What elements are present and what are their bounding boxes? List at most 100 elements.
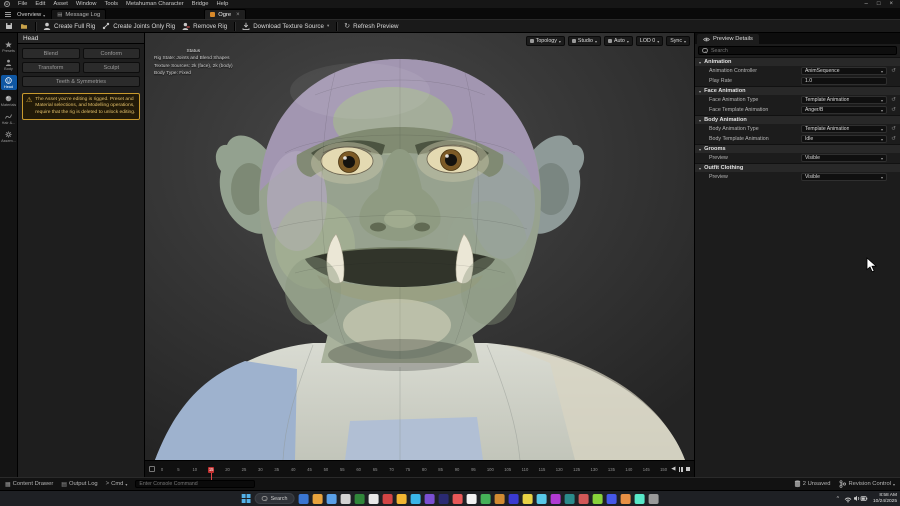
overview-dropdown[interactable]: Overview ▾ — [16, 12, 48, 19]
tab-message-log[interactable]: ▤ Message Log — [51, 9, 107, 19]
sidebar-item-materials[interactable]: Materials — [1, 93, 17, 108]
timeline-tick[interactable]: 35 — [274, 467, 280, 473]
taskbar-app-icon[interactable] — [340, 493, 351, 504]
menu-item[interactable]: Edit — [31, 0, 49, 8]
timeline-tick[interactable]: 60 — [356, 467, 362, 473]
timeline-tick[interactable]: 95 — [470, 467, 476, 473]
tray-status-icons[interactable] — [844, 494, 868, 503]
timeline-tick[interactable]: 20 — [225, 467, 231, 473]
timeline-tick[interactable]: 90 — [454, 467, 460, 473]
sidebar-item-presets[interactable]: Presets — [1, 39, 17, 54]
content-drawer-button[interactable]: ▦ Content Drawer — [5, 481, 53, 488]
taskbar-app-icon[interactable] — [368, 493, 379, 504]
reset-icon[interactable]: ↺ — [890, 107, 897, 113]
taskbar-app-icon[interactable] — [410, 493, 421, 504]
timeline-tick[interactable]: 140 — [625, 467, 632, 473]
search-input[interactable] — [711, 47, 893, 54]
menu-item[interactable]: File — [14, 0, 31, 8]
taskbar-app-icon[interactable] — [536, 493, 547, 504]
menu-item[interactable]: Tools — [100, 0, 122, 8]
timeline-tick[interactable]: 50 — [323, 467, 329, 473]
taskbar-app-icon[interactable] — [480, 493, 491, 504]
taskbar-app-icon[interactable] — [564, 493, 575, 504]
taskbar-app-icon[interactable] — [620, 493, 631, 504]
timeline-tick[interactable]: 0 — [159, 467, 165, 473]
close-icon[interactable]: × — [236, 12, 240, 18]
camera-auto-dropdown[interactable]: Auto ▾ — [603, 36, 633, 46]
section-header[interactable]: ▾ Animation — [695, 57, 900, 66]
start-button[interactable] — [241, 494, 251, 503]
taskbar-app-icon[interactable] — [508, 493, 519, 504]
timeline-tick[interactable]: 10 — [192, 467, 198, 473]
timeline-tick[interactable]: 85 — [438, 467, 444, 473]
timeline-ruler[interactable]: 0 5 10 15 20 25 30 35 40 45 50 55 60 65 70 75 80 85 90 95 10… — [159, 465, 667, 480]
tool-blend-button[interactable]: Blend — [22, 48, 80, 59]
face-animation-type-dropdown[interactable]: Template Animation ▾ — [801, 96, 887, 104]
hamburger-menu-icon[interactable] — [5, 12, 11, 17]
taskbar-app-icon[interactable] — [298, 493, 309, 504]
lod-dropdown[interactable]: LOD 0 ▾ — [635, 36, 664, 46]
viewport-3d[interactable]: Status Rig State: Joints and Blend Shape… — [145, 33, 694, 460]
tool-teeth-symmetries-button[interactable]: Teeth & Symmetries — [22, 76, 140, 87]
details-search-box[interactable] — [698, 46, 897, 55]
timeline-tick[interactable]: 145 — [643, 467, 650, 473]
revision-control-button[interactable]: Revision Control ▾ — [839, 480, 895, 488]
body-animation-type-dropdown[interactable]: Template Animation ▾ — [801, 125, 887, 133]
lighting-studio-dropdown[interactable]: Studio ▾ — [567, 36, 601, 46]
timeline-tick[interactable]: 105 — [504, 467, 511, 473]
timeline-tick[interactable]: 15 — [208, 467, 215, 480]
minimize-button[interactable]: – — [865, 0, 868, 8]
taskbar-app-icon[interactable] — [592, 493, 603, 504]
hidden-icons-chevron[interactable]: ^ — [837, 496, 839, 502]
taskbar-app-icon[interactable] — [354, 493, 365, 504]
timeline-tick[interactable]: 120 — [556, 467, 563, 473]
stop-button[interactable] — [685, 466, 690, 472]
refresh-preview-button[interactable]: ↻ Refresh Preview — [344, 23, 398, 30]
taskbar-app-icon[interactable] — [424, 493, 435, 504]
sidebar-item-head[interactable]: Head — [0, 75, 17, 90]
tool-sculpt-button[interactable]: Sculpt — [82, 62, 140, 73]
reset-icon[interactable]: ↺ — [890, 68, 897, 74]
section-header[interactable]: ▾ Face Animation — [695, 86, 900, 95]
timeline-tick[interactable]: 65 — [372, 467, 378, 473]
sidebar-item-hair[interactable]: Hair &... — [1, 111, 17, 126]
section-header[interactable]: ▾ Grooms — [695, 144, 900, 153]
grooms-preview-dropdown[interactable]: Visible ▾ — [801, 154, 887, 162]
timeline-tick[interactable]: 110 — [522, 467, 529, 473]
taskbar-app-icon[interactable] — [312, 493, 323, 504]
maximize-button[interactable]: □ — [877, 0, 881, 8]
taskbar-search[interactable]: Search — [254, 493, 295, 504]
timeline-tick[interactable]: 45 — [307, 467, 313, 473]
taskbar-app-icon[interactable] — [382, 493, 393, 504]
menu-item[interactable]: Help — [212, 0, 232, 8]
timeline-tick[interactable]: 135 — [608, 467, 615, 473]
play-rate-input[interactable]: 1.0 — [801, 77, 887, 85]
taskbar-app-icon[interactable] — [438, 493, 449, 504]
taskbar-app-icon[interactable] — [606, 493, 617, 504]
download-texture-source-button[interactable]: Download Texture Source ▾ — [242, 22, 329, 30]
browse-button[interactable] — [20, 22, 28, 30]
cmd-dropdown[interactable]: > Cmd ▾ — [106, 481, 128, 487]
taskbar-app-icon[interactable] — [452, 493, 463, 504]
remove-rig-button[interactable]: Remove Rig — [182, 22, 227, 30]
tab-ogre[interactable]: Ogre × — [204, 9, 246, 19]
menu-item[interactable]: Metahuman Character — [122, 0, 188, 8]
timeline-tick[interactable]: 25 — [241, 467, 247, 473]
taskbar-clock[interactable]: 8:58 AM 10/24/2025 — [873, 493, 897, 505]
unsaved-button[interactable]: 2 Unsaved — [794, 480, 830, 488]
section-header[interactable]: ▾ Body Animation — [695, 115, 900, 124]
taskbar-app-icon[interactable] — [494, 493, 505, 504]
tab-preview-details[interactable]: Preview Details — [697, 34, 759, 44]
tool-transform-button[interactable]: Transform — [22, 62, 80, 73]
timeline-tick[interactable]: 150 — [660, 467, 667, 473]
timeline-tick[interactable]: 55 — [339, 467, 345, 473]
taskbar-app-icon[interactable] — [522, 493, 533, 504]
timeline-tick[interactable]: 100 — [487, 467, 494, 473]
reset-icon[interactable]: ↺ — [890, 126, 897, 132]
taskbar-app-icon[interactable] — [396, 493, 407, 504]
skip-to-start-button[interactable]: ◀ — [671, 466, 675, 472]
sync-dropdown[interactable]: Sync ▾ — [666, 36, 690, 46]
topology-dropdown[interactable]: Topology ▾ — [525, 36, 565, 46]
menu-item[interactable]: Window — [72, 0, 101, 8]
timeline-tick[interactable]: 125 — [573, 467, 580, 473]
